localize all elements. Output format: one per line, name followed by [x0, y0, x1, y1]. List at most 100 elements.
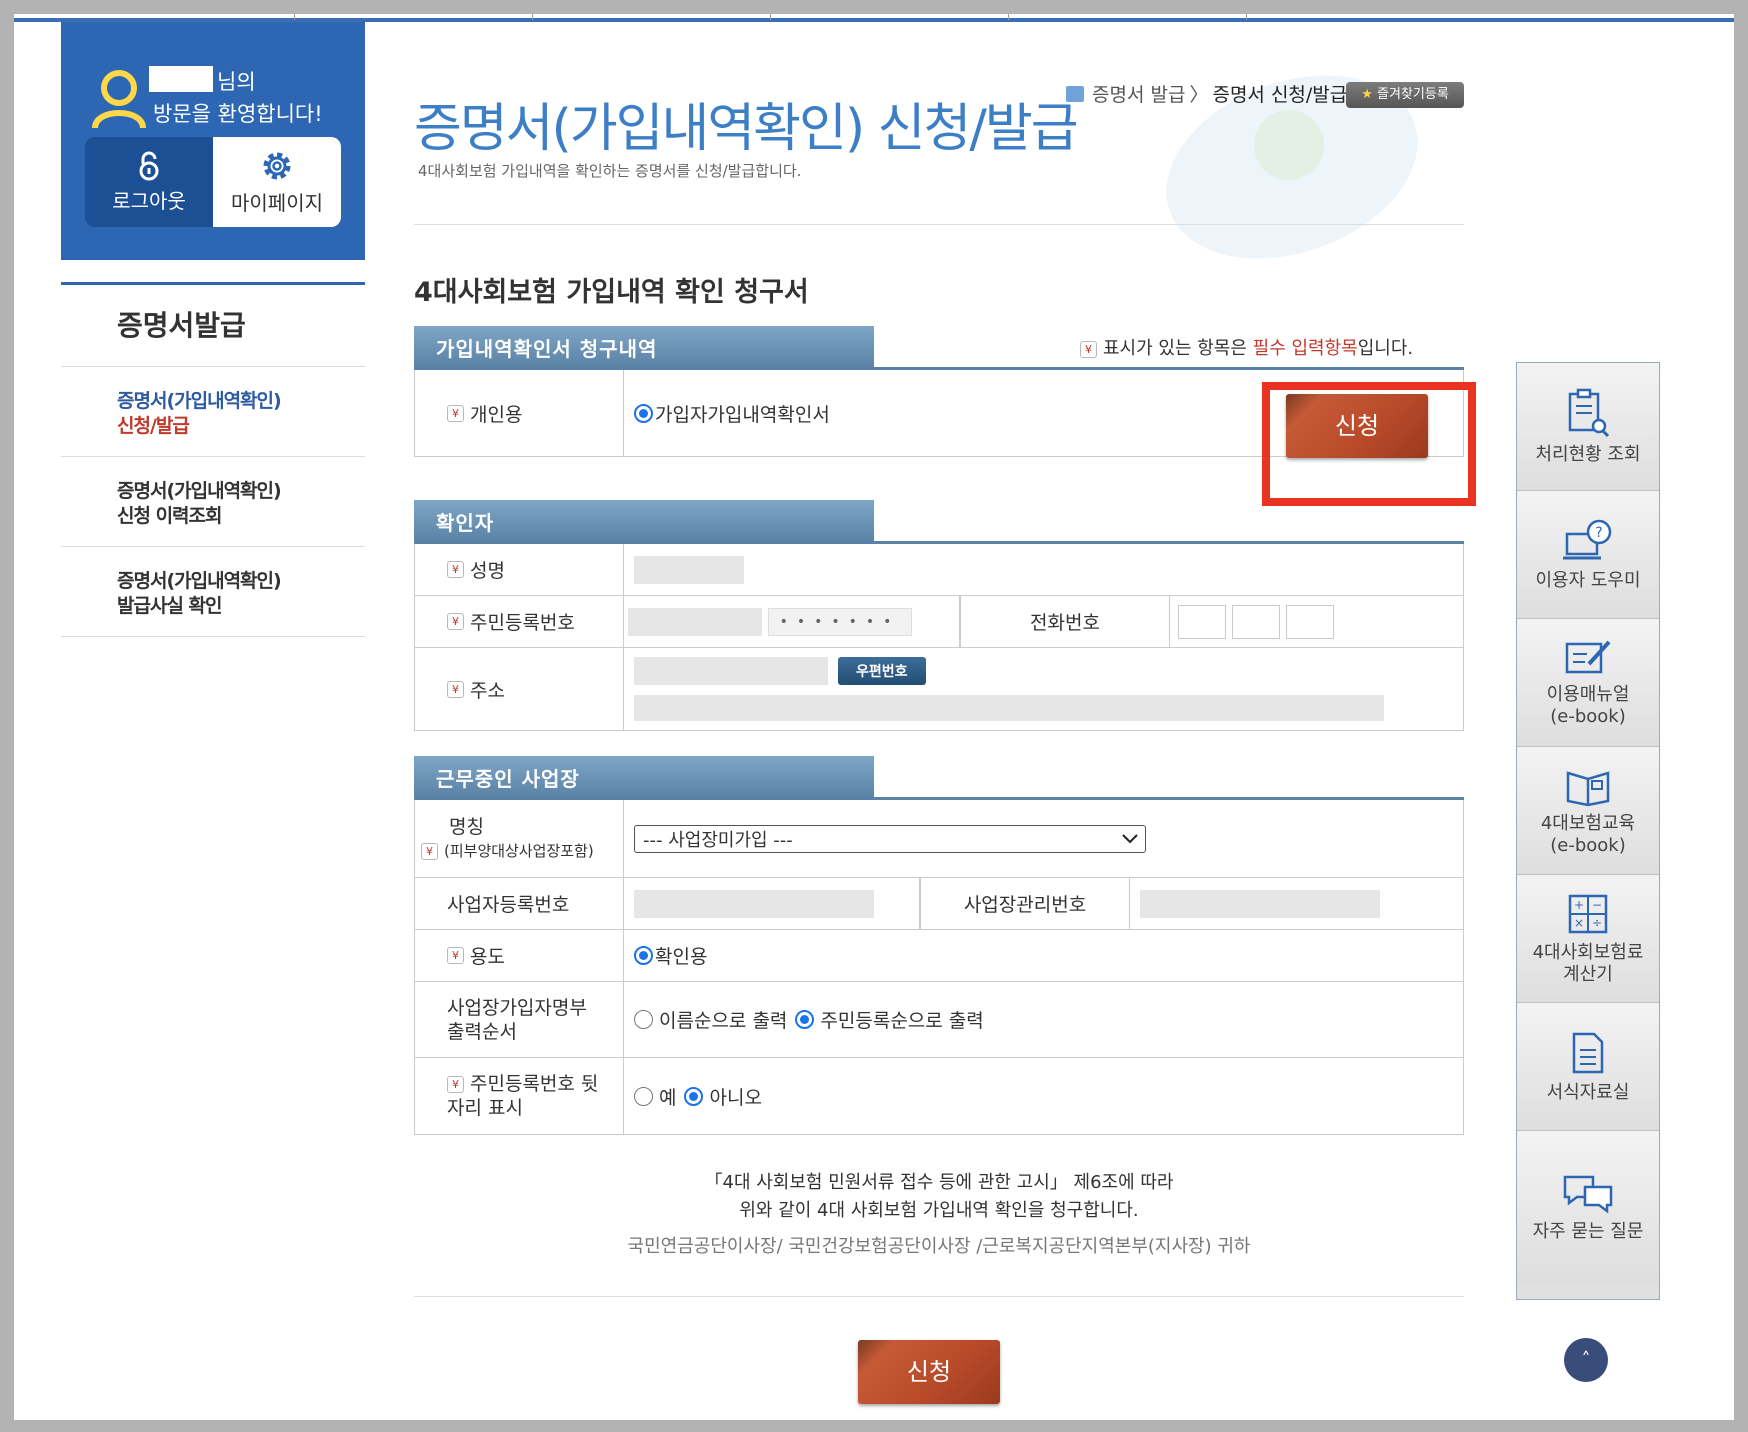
required-note-pre: 표시가 있는 항목은 — [1103, 338, 1253, 359]
svg-text:−: − — [1592, 898, 1602, 912]
company-label-cell: 명칭 ¥ (피부양대상사업장포함) — [414, 800, 624, 877]
radio-order-rrn[interactable] — [795, 1010, 815, 1029]
quick-item-education[interactable]: 4대보험교육 (e-book) — [1517, 747, 1659, 875]
quick-item-forms[interactable]: 서식자료실 — [1517, 1003, 1659, 1131]
rrn-back-masked[interactable]: ••••••• — [768, 607, 912, 636]
pencil-edit-icon — [1565, 640, 1611, 673]
monitor-help-icon: ? — [1563, 519, 1612, 559]
order-options: 이름순으로 출력 주민등록순으로 출력 — [624, 982, 1464, 1057]
order-label-line2: 출력순서 — [447, 1020, 517, 1043]
rrn-tail-options: 예 아니오 — [624, 1058, 1464, 1134]
order-option-name: 이름순으로 출력 — [659, 1010, 788, 1032]
gear-icon — [263, 152, 291, 179]
chevron-down-icon — [1122, 833, 1138, 843]
name-label: 성명 — [470, 560, 505, 582]
radio-purpose-confirm[interactable] — [634, 946, 653, 965]
nav-item-line2: 신청/발급 — [117, 415, 190, 437]
lock-icon — [139, 151, 159, 180]
user-name-masked — [149, 66, 213, 92]
quick-item-manual[interactable]: 이용매뉴얼 (e-book) — [1517, 619, 1659, 747]
phone-field-1[interactable] — [1178, 604, 1226, 639]
bizno-field-cell — [624, 878, 920, 929]
quick-item-label: 이용매뉴얼 (e-book) — [1546, 683, 1630, 727]
bizno-field[interactable] — [634, 889, 874, 918]
option-member-history: 가입자가입내역확인서 — [655, 403, 830, 426]
phone-label: 전화번호 — [960, 596, 1170, 647]
table-row: ¥ 주민등록번호 ••••••• 전화번호 — [414, 596, 1464, 648]
favorite-label: 즐겨찾기등록 — [1377, 87, 1449, 102]
quick-item-label: 서식자료실 — [1546, 1081, 1630, 1103]
phone-fields — [1170, 596, 1464, 647]
bottom-divider — [414, 1296, 1464, 1297]
breadcrumb: 증명서 발급 〉 증명서 신청/발급 — [1066, 80, 1347, 107]
nav-item-line1: 증명서(가입내역확인) — [117, 480, 282, 502]
workplace-table: 명칭 ¥ (피부양대상사업장포함) --- 사업장미가입 --- 사업자등록번호 … — [414, 800, 1464, 1135]
quick-item-label: 4대사회보험료 계산기 — [1532, 941, 1644, 985]
row-label-personal: ¥ 개인용 — [414, 370, 624, 456]
radio-member-history[interactable] — [634, 403, 653, 423]
svg-text:+: + — [1574, 898, 1584, 912]
document-icon — [1572, 1032, 1604, 1073]
address-label: 주소 — [470, 679, 505, 702]
required-icon: ¥ — [447, 947, 464, 964]
nav-item-apply-issue[interactable]: 증명서(가입내역확인) 신청/발급 — [61, 367, 365, 457]
section-tab-verifier: 확인자 — [414, 500, 874, 542]
quick-item-calculator[interactable]: + − × ÷ 4대사회보험료 계산기 — [1517, 875, 1659, 1003]
phone-field-2[interactable] — [1232, 604, 1280, 639]
nav-item-history[interactable]: 증명서(가입내역확인) 신청 이력조회 — [61, 457, 365, 547]
mypage-button[interactable]: 마이페이지 — [213, 137, 341, 227]
table-row: ¥ 주소 우편번호 — [414, 648, 1464, 730]
declaration-line2: 위와 같이 4대 사회보험 가입내역 확인을 청구합니다. — [739, 1200, 1139, 1221]
required-icon: ¥ — [447, 613, 464, 630]
rrn-tail-no: 아니오 — [709, 1086, 762, 1109]
company-select[interactable]: --- 사업장미가입 --- — [634, 824, 1146, 853]
bizno-label: 사업자등록번호 — [414, 878, 624, 929]
quick-item-faq[interactable]: 자주 묻는 질문 — [1517, 1131, 1659, 1283]
radio-rrn-tail-yes[interactable] — [634, 1086, 653, 1106]
company-select-value: --- 사업장미가입 --- — [643, 829, 793, 851]
address-detail-masked[interactable] — [634, 695, 1384, 721]
mgmtno-field[interactable] — [1140, 889, 1380, 918]
mgmtno-field-cell — [1130, 878, 1464, 929]
nav-item-line2: 신청 이력조회 — [117, 505, 223, 527]
form-title: 4대사회보험 가입내역 확인 청구서 — [414, 277, 809, 308]
open-book-icon — [1566, 770, 1610, 806]
quick-item-help[interactable]: ? 이용자 도우미 — [1517, 491, 1659, 619]
nav-item-line1: 증명서(가입내역확인) — [117, 390, 282, 412]
required-note-post: 입니다. — [1357, 338, 1414, 359]
star-icon: ★ — [1361, 87, 1373, 102]
rrn-label-cell: ¥ 주민등록번호 — [414, 596, 624, 647]
apply-button-bottom[interactable]: 신청 — [858, 1340, 1000, 1404]
address-zip-masked[interactable] — [634, 657, 828, 685]
table-row: 명칭 ¥ (피부양대상사업장포함) --- 사업장미가입 --- — [414, 800, 1464, 878]
required-note-red: 필수 입력항목 — [1252, 338, 1358, 359]
scroll-top-button[interactable]: ˄ — [1564, 1338, 1608, 1382]
table-row: 사업자등록번호 사업장관리번호 — [414, 878, 1464, 930]
nav-item-verify[interactable]: 증명서(가입내역확인) 발급사실 확인 — [61, 547, 365, 637]
logout-label: 로그아웃 — [112, 188, 186, 213]
page-subtitle: 4대사회보험 가입내역을 확인하는 증명서를 신청/발급합니다. — [418, 162, 802, 180]
phone-field-3[interactable] — [1286, 604, 1334, 639]
favorite-button[interactable]: ★ 즐겨찾기등록 — [1346, 82, 1464, 108]
company-label: 명칭 — [449, 815, 484, 838]
logout-button[interactable]: 로그아웃 — [85, 137, 213, 227]
table-row: ¥ 주민등록번호 뒷 자리 표시 예 아니오 — [414, 1058, 1464, 1134]
clipboard-search-icon — [1568, 388, 1610, 437]
name-field[interactable] — [624, 544, 1464, 595]
declaration-addressee: 국민연금공단이사장/ 국민건강보험공단이사장 /근로복지공단지역본부(지사장) … — [627, 1236, 1251, 1257]
rrn-tail-label-cell: ¥ 주민등록번호 뒷 자리 표시 — [414, 1058, 624, 1134]
order-label-line1: 사업장가입자명부 — [447, 996, 587, 1019]
header-decoration-dot — [1254, 110, 1324, 180]
quick-menu: 처리현황 조회 ? 이용자 도우미 이용매뉴얼 (e-book) 4대보험교육 … — [1516, 362, 1660, 1300]
quick-item-status[interactable]: 처리현황 조회 — [1517, 363, 1659, 491]
radio-rrn-tail-no[interactable] — [684, 1086, 704, 1106]
radio-order-name[interactable] — [634, 1010, 653, 1029]
highlight-box — [1262, 382, 1476, 506]
rrn-front-masked[interactable] — [628, 607, 762, 636]
zipcode-button[interactable]: 우편번호 — [838, 657, 926, 685]
quick-item-label: 4대보험교육 (e-book) — [1540, 812, 1636, 856]
required-icon: ¥ — [1080, 340, 1097, 358]
greeting-suffix: 님의 — [217, 70, 256, 94]
breadcrumb-home[interactable]: 증명서 발급 — [1092, 80, 1185, 107]
required-icon: ¥ — [447, 680, 464, 698]
